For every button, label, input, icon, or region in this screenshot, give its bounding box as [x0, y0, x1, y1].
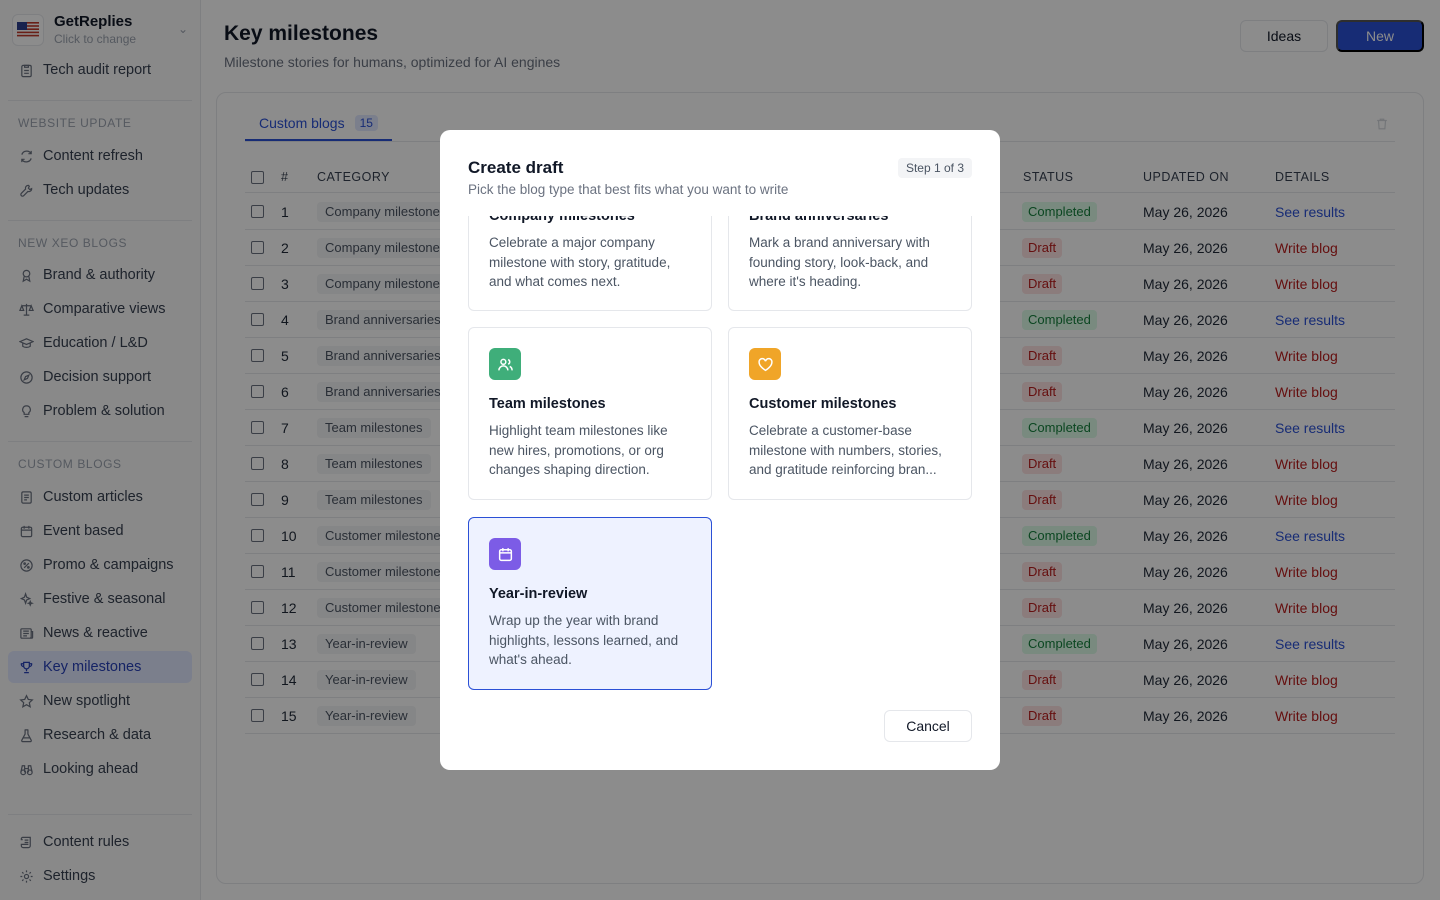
modal-subtitle: Pick the blog type that best fits what y… — [468, 182, 789, 197]
option-company-milestones[interactable]: Company milestones Celebrate a major com… — [468, 216, 712, 311]
create-draft-modal: Create draft Pick the blog type that bes… — [440, 130, 1000, 770]
blog-type-options: Company milestones Celebrate a major com… — [440, 216, 1000, 694]
calendar-icon — [489, 538, 521, 570]
option-description: Mark a brand anniversary with founding s… — [749, 235, 930, 289]
option-year-in-review[interactable]: Year-in-review Wrap up the year with bra… — [468, 517, 712, 690]
option-customer-milestones[interactable]: Customer milestones Celebrate a customer… — [728, 327, 972, 500]
option-description: Highlight team milestones like new hires… — [489, 423, 668, 477]
users-icon — [489, 348, 521, 380]
option-title: Brand anniversaries — [749, 216, 889, 224]
option-title: Year-in-review — [489, 586, 588, 602]
option-team-milestones[interactable]: Team milestones Highlight team milestone… — [468, 327, 712, 500]
heart-icon — [749, 348, 781, 380]
option-description: Wrap up the year with brand highlights, … — [489, 613, 679, 667]
option-description: Celebrate a customer-base milestone with… — [749, 423, 942, 477]
option-title: Customer milestones — [749, 396, 897, 412]
modal-title: Create draft — [468, 158, 564, 177]
option-title: Team milestones — [489, 396, 606, 412]
option-title: Company milestones — [489, 216, 635, 224]
cancel-button[interactable]: Cancel — [884, 710, 972, 742]
step-badge: Step 1 of 3 — [897, 158, 972, 178]
option-brand-anniversaries[interactable]: Brand anniversaries Mark a brand anniver… — [728, 216, 972, 311]
option-description: Celebrate a major company milestone with… — [489, 235, 671, 289]
